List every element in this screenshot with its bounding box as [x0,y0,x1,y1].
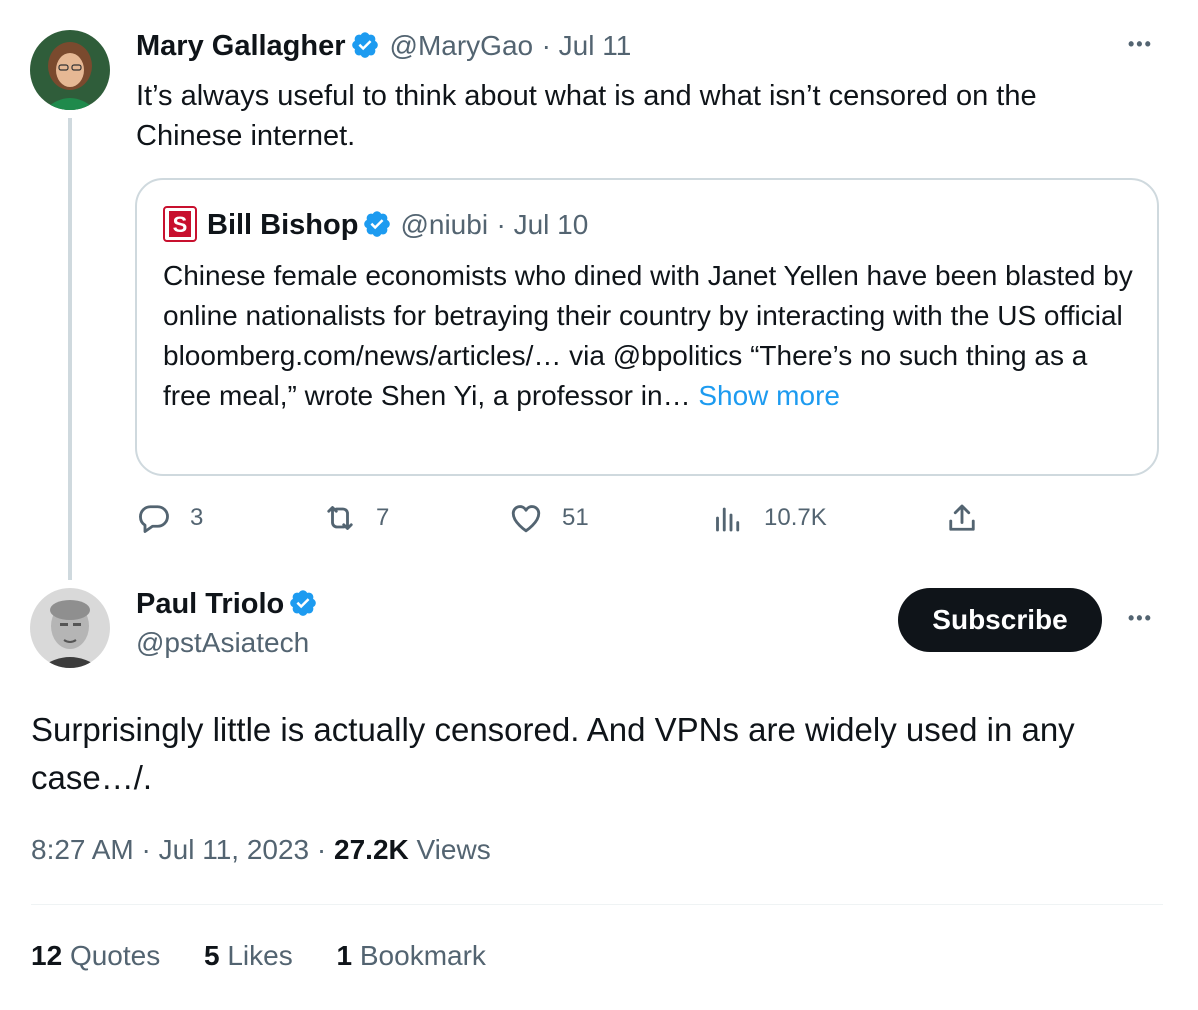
views-count: 10.7K [764,504,827,531]
tweet-date[interactable]: Jul 11, 2023 [159,834,310,865]
quoted-tweet-body: Chinese female economists who dined with… [163,260,1133,411]
share-icon [949,504,975,531]
sinocism-logo-icon: S [163,206,197,242]
retweet-count: 7 [376,504,390,531]
tweet-date[interactable]: · Jul 11 [542,30,632,61]
quoted-author-name: Bill Bishop [207,209,359,241]
likes-label: Likes [227,940,293,971]
show-more-link[interactable]: Show more [698,380,840,411]
author-handle[interactable]: @pstAsiatech [136,627,318,659]
likes-stat[interactable]: 5 Likes [204,940,293,971]
tweet-time[interactable]: 8:27 AM [31,834,134,865]
quoted-tweet-text: Chinese female economists who dined with… [163,256,1143,416]
quoted-tweet-card[interactable]: S Bill Bishop @niubi · Jul 10 Chinese fem… [135,178,1159,476]
quoted-tweet-header: S Bill Bishop @niubi · Jul 10 [163,206,588,242]
divider [31,904,1163,905]
author-handle[interactable]: @MaryGao [390,30,534,61]
thread-line [68,118,72,580]
bookmarks-count: 1 [336,940,353,971]
more-options-icon[interactable]: ••• [1128,608,1153,629]
like-button[interactable]: 51 [508,500,589,536]
avatar-paul-triolo[interactable] [30,588,110,668]
parent-tweet-text: It’s always useful to think about what i… [136,80,1037,152]
heart-icon [511,505,541,533]
quotes-count: 12 [31,940,63,971]
main-tweet-text: Surprisingly little is actually censored… [31,711,1075,796]
reply-count: 3 [190,504,204,531]
retweet-button[interactable]: 7 [322,500,389,536]
subscribe-button[interactable]: Subscribe [898,588,1102,652]
like-count: 51 [562,504,589,531]
tweet-action-bar: 3 7 51 10.7K [136,500,1036,544]
quotes-label: Quotes [69,940,161,971]
likes-count: 5 [204,940,220,971]
quoted-author-handle: @niubi [400,209,489,240]
main-tweet-header: Paul Triolo @pstAsiatech [136,588,318,659]
verified-badge-icon [351,32,378,58]
svg-text:S: S [173,212,188,237]
views-button[interactable]: 10.7K [710,500,827,536]
views-label: Views [416,834,491,865]
share-button[interactable] [944,500,998,536]
quotes-stat[interactable]: 12 Quotes [31,940,160,971]
parent-tweet-header: Mary Gallagher @MaryGao · Jul 11 [136,30,631,63]
engagement-stats: 12 Quotes 5 Likes 1 Bookmark [31,940,522,972]
reply-button[interactable]: 3 [136,500,203,536]
verified-badge-icon [364,211,391,237]
more-options-icon[interactable]: ••• [1128,34,1153,55]
avatar-mary-gallagher[interactable] [30,30,110,110]
tweet-timestamp: 8:27 AM · Jul 11, 2023 · 27.2K Views [31,834,491,865]
views-count: 27.2K [334,834,409,865]
retweet-icon [327,506,353,530]
verified-badge-icon [290,590,317,616]
author-name[interactable]: Mary Gallagher [136,30,346,62]
analytics-icon [716,507,740,532]
bookmarks-label: Bookmark [359,940,486,971]
author-name[interactable]: Paul Triolo [136,588,284,620]
quoted-tweet-date: · Jul 10 [496,209,589,240]
bookmarks-stat[interactable]: 1 Bookmark [337,940,486,971]
reply-icon [139,505,169,533]
